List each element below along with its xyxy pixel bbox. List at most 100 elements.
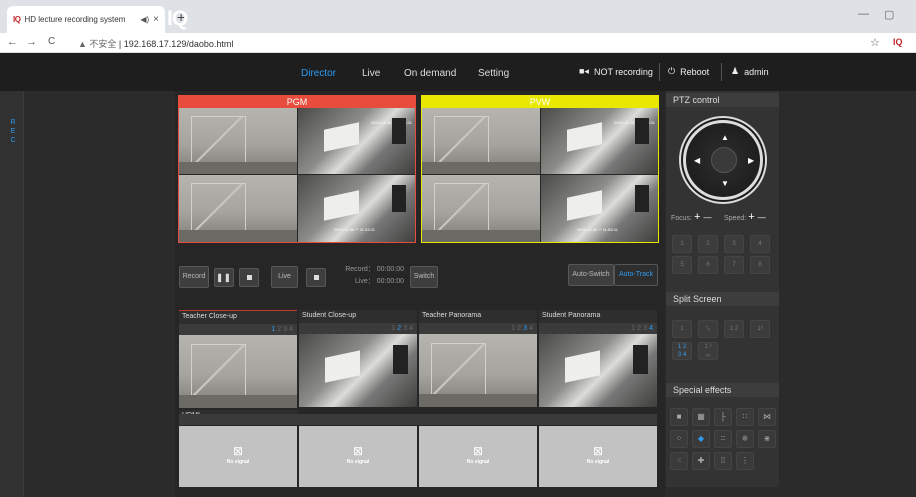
- maximize-icon[interactable]: ▢: [884, 8, 894, 21]
- reload-button[interactable]: C: [48, 36, 55, 47]
- special-effects-title: Special effects: [666, 383, 779, 397]
- recording-status: ■◂ NOT recording: [579, 66, 653, 77]
- back-button[interactable]: ←: [7, 36, 18, 48]
- preset-6[interactable]: 6: [698, 256, 718, 274]
- channel-preview: [419, 334, 537, 407]
- switch-button[interactable]: Switch: [410, 266, 438, 288]
- ptz-joystick[interactable]: ▲ ◀ ▶ ▼: [683, 120, 763, 200]
- forward-button[interactable]: →: [26, 36, 37, 48]
- browser-tab-bar: IQ HD lecture recording system ◀) × + — …: [0, 0, 916, 33]
- preset-5[interactable]: 5: [672, 256, 692, 274]
- effect-cut-icon[interactable]: ■: [670, 408, 688, 426]
- logo: IQ: [167, 7, 188, 30]
- nav-director[interactable]: Director: [301, 68, 336, 79]
- reboot-button[interactable]: ⏻ Reboot: [668, 66, 709, 77]
- user-menu[interactable]: ♟ admin: [731, 66, 769, 77]
- nav-setting[interactable]: Setting: [478, 68, 509, 79]
- rec-label: REC: [10, 119, 16, 144]
- effect-diamond-icon[interactable]: ◆: [692, 430, 710, 448]
- stop-live-button[interactable]: [306, 268, 326, 287]
- auto-switch-button[interactable]: Auto-Switch: [568, 264, 614, 286]
- split-layout-1-icon[interactable]: 1: [672, 320, 692, 338]
- browser-tab[interactable]: IQ HD lecture recording system ◀) ×: [7, 6, 165, 33]
- preset-2[interactable]: 2: [698, 235, 718, 253]
- pvw-view-2: 2020-12-08 ** 11:53:31: [541, 108, 658, 174]
- effect-split-icon[interactable]: ∷: [736, 408, 754, 426]
- hdmi-slot-3[interactable]: ⊠ No signal: [419, 426, 537, 487]
- speed-plus-button[interactable]: +: [748, 211, 754, 223]
- effect-mosaic-icon[interactable]: ▦: [692, 408, 710, 426]
- security-warning[interactable]: ▲ 不安全: [78, 39, 116, 49]
- ptz-center-button[interactable]: [711, 147, 737, 173]
- record-time: Record： 00:00:00: [345, 266, 404, 273]
- pvw-label: PVW: [422, 96, 658, 108]
- pgm-panel[interactable]: PGM 2020-12-08 ** 11:53:31 2020-12-08 **…: [178, 95, 416, 243]
- channel-name: Student Panorama: [542, 312, 601, 319]
- stop-record-button[interactable]: [239, 268, 259, 287]
- effect-scatter-icon[interactable]: ⁖: [670, 452, 688, 470]
- nav-live[interactable]: Live: [362, 68, 380, 79]
- channel-numbers[interactable]: 1234: [539, 323, 657, 334]
- effect-bars-icon[interactable]: ⋮: [736, 452, 754, 470]
- address-bar: ← → C ▲ 不安全 | 192.168.17.129/daobo.html …: [0, 33, 916, 53]
- ptz-down-icon[interactable]: ▼: [721, 179, 729, 188]
- no-video-icon: ⊠: [592, 444, 604, 458]
- channel-student-closeup[interactable]: Student Close-up 1234: [299, 310, 417, 407]
- effect-zoom-icon[interactable]: ⁘: [670, 430, 688, 448]
- record-button[interactable]: Record: [179, 266, 209, 288]
- left-strip: [0, 91, 24, 497]
- pvw-panel[interactable]: PVW 2020-12-08 ** 11:53:31 2020-12-08 **…: [421, 95, 659, 243]
- bookmark-star-icon[interactable]: ☆: [870, 36, 880, 49]
- ptz-left-icon[interactable]: ◀: [694, 156, 700, 165]
- effect-dots-icon[interactable]: ∶∶: [714, 430, 732, 448]
- pause-button[interactable]: ❚❚: [214, 268, 234, 287]
- channel-name: Student Close-up: [302, 312, 357, 319]
- minimize-icon[interactable]: —: [858, 8, 869, 20]
- auto-track-button[interactable]: Auto-Track: [614, 264, 658, 286]
- preset-8[interactable]: 8: [750, 256, 770, 274]
- pgm-view-1: [179, 108, 297, 174]
- url-field[interactable]: ▲ 不安全 | 192.168.17.129/daobo.html: [78, 37, 233, 50]
- preset-7[interactable]: 7: [724, 256, 744, 274]
- nav-on-demand[interactable]: On demand: [404, 68, 456, 79]
- hdmi-slot-1[interactable]: ⊠ No signal: [179, 426, 297, 487]
- tab-close-button[interactable]: ×: [153, 14, 159, 25]
- preset-3[interactable]: 3: [724, 235, 744, 253]
- ptz-title: PTZ control: [666, 93, 779, 107]
- channel-teacher-closeup[interactable]: Teacher Close-up 1234: [179, 310, 297, 408]
- tab-title: HD lecture recording system: [24, 15, 126, 24]
- split-layout-quad-icon[interactable]: 1 23 4: [672, 342, 692, 360]
- effect-wipe-left-icon[interactable]: ├: [714, 408, 732, 426]
- effect-blinds-icon[interactable]: ⁞⁞: [714, 452, 732, 470]
- app-window: IQ HD lecture recording system ◀) × + — …: [0, 0, 916, 497]
- preset-4[interactable]: 4: [750, 235, 770, 253]
- focus-plus-button[interactable]: +: [694, 211, 700, 223]
- focus-minus-button[interactable]: —: [703, 213, 711, 222]
- extension-icon[interactable]: IQ: [893, 37, 903, 47]
- ptz-right-icon[interactable]: ▶: [748, 156, 754, 165]
- speaker-icon[interactable]: ◀): [140, 15, 149, 24]
- channel-numbers[interactable]: 1234: [299, 323, 417, 334]
- pause-icon: ❚❚: [216, 273, 232, 282]
- split-layout-pip-icon[interactable]: 1 ² ₃₄: [698, 342, 718, 360]
- channel-student-panorama[interactable]: Student Panorama 1234: [539, 310, 657, 407]
- hdmi-slot-2[interactable]: ⊠ No signal: [299, 426, 417, 487]
- preset-1[interactable]: 1: [672, 235, 692, 253]
- channel-numbers[interactable]: 1234: [179, 324, 297, 335]
- effect-cross-icon[interactable]: ✚: [692, 452, 710, 470]
- favicon-icon: IQ: [13, 15, 21, 24]
- effect-grid-icon[interactable]: ⁜: [736, 430, 754, 448]
- no-video-icon: ⊠: [232, 444, 244, 458]
- split-layout-2-icon[interactable]: ¹₂: [698, 320, 718, 338]
- hdmi-slot-4[interactable]: ⊠ No signal: [539, 426, 657, 487]
- split-layout-4-icon[interactable]: 1³: [750, 320, 770, 338]
- channel-numbers[interactable]: 1234: [419, 323, 537, 334]
- channel-teacher-panorama[interactable]: Teacher Panorama 1234: [419, 310, 537, 407]
- ptz-up-icon[interactable]: ▲: [721, 133, 729, 142]
- speed-minus-button[interactable]: —: [758, 213, 766, 222]
- stop-icon: [313, 274, 319, 280]
- split-layout-3-icon[interactable]: 1 2: [724, 320, 744, 338]
- effect-expand-icon[interactable]: ⋇: [758, 430, 776, 448]
- live-button[interactable]: Live: [271, 266, 298, 288]
- effect-corner-icon[interactable]: ⋈: [758, 408, 776, 426]
